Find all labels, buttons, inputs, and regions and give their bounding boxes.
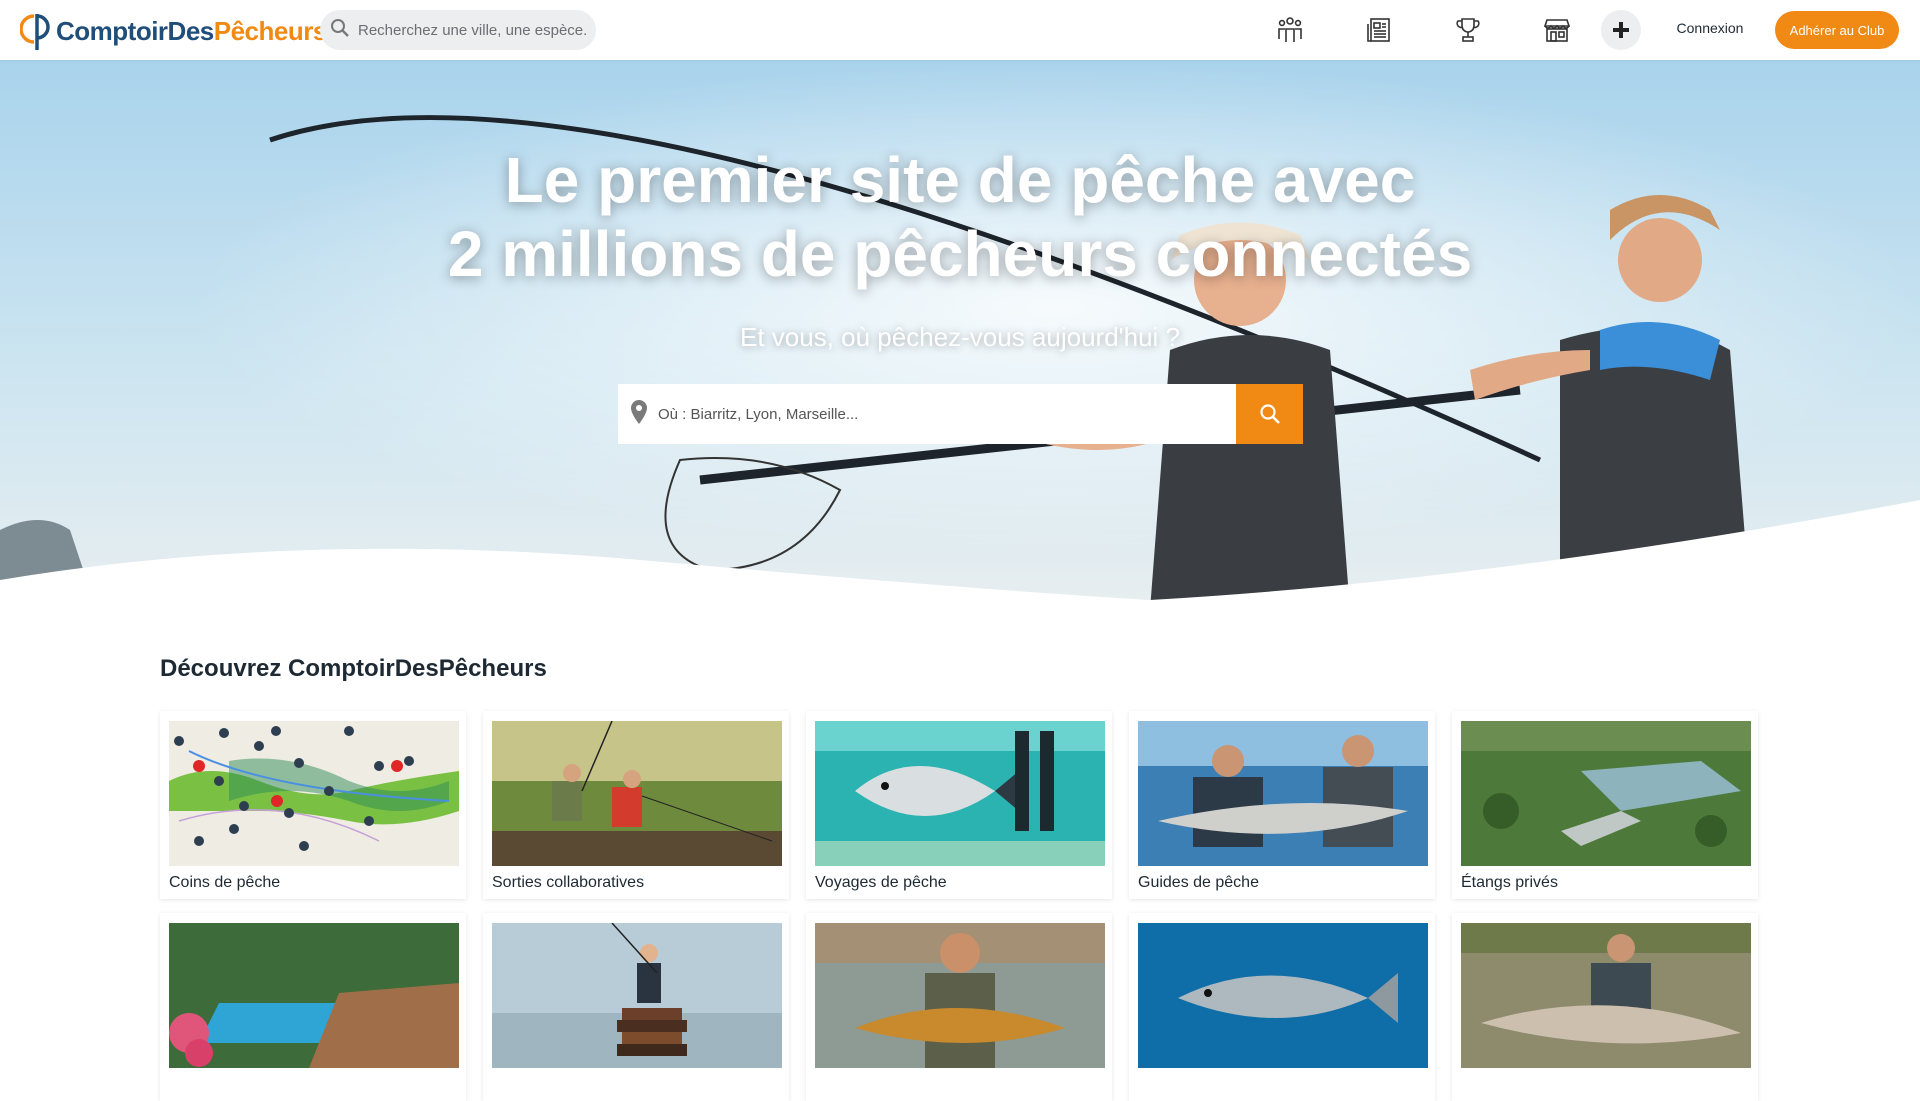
- hero-title: Le premier site de pêche avec 2 millions…: [360, 143, 1560, 291]
- location-search-input[interactable]: [658, 405, 1198, 423]
- location-search[interactable]: [618, 384, 1236, 444]
- site-logo[interactable]: ComptoirDesPêcheurs: [19, 10, 327, 52]
- card-trout[interactable]: [806, 913, 1112, 1101]
- card-image-pool: [169, 923, 459, 1068]
- card-image-map: [169, 721, 459, 866]
- card-accommodation[interactable]: [160, 913, 466, 1101]
- card-fish-species[interactable]: [1129, 913, 1435, 1101]
- logo-text: ComptoirDesPêcheurs: [56, 15, 327, 46]
- card-label: Voyages de pêche: [815, 874, 947, 891]
- site-search-input[interactable]: [358, 21, 588, 39]
- news-icon[interactable]: [1361, 12, 1397, 48]
- card-image-trout: [815, 923, 1105, 1068]
- card-image-guides: [1138, 721, 1428, 866]
- card-label: Sorties collaboratives: [492, 874, 645, 891]
- card-image-underwater-fish: [815, 721, 1105, 866]
- hero-subtitle: Et vous, où pêchez-vous aujourd'hui ?: [739, 322, 1181, 352]
- discover-title: Découvrez ComptoirDesPêcheurs: [160, 655, 547, 682]
- card-label: Coins de pêche: [169, 874, 281, 891]
- card-videos[interactable]: [1452, 913, 1758, 1101]
- search-icon: [1259, 404, 1280, 424]
- card-label: Étangs privés: [1461, 874, 1558, 891]
- card-label: Guides de pêche: [1138, 874, 1259, 891]
- plus-icon: [1613, 22, 1629, 38]
- discover-grid: Coins de pêche Sorties collaboratives Vo…: [160, 711, 1760, 1101]
- location-pin-icon: [630, 399, 648, 430]
- hero-banner: Le premier site de pêche avec 2 millions…: [0, 60, 1920, 610]
- card-fishing-guides[interactable]: Guides de pêche: [1129, 711, 1435, 899]
- community-icon[interactable]: [1272, 12, 1308, 48]
- card-magazine[interactable]: [483, 913, 789, 1101]
- card-image-sturgeon: [1461, 923, 1751, 1068]
- site-search[interactable]: [320, 10, 596, 50]
- card-fishing-trips[interactable]: Voyages de pêche: [806, 711, 1112, 899]
- login-link[interactable]: Connexion: [1660, 20, 1760, 36]
- join-club-button[interactable]: Adhérer au Club: [1775, 11, 1899, 49]
- card-collaborative-outings[interactable]: Sorties collaboratives: [483, 711, 789, 899]
- add-button[interactable]: [1601, 10, 1641, 50]
- card-fishing-spots[interactable]: Coins de pêche: [160, 711, 466, 899]
- card-image-seabass: [1138, 923, 1428, 1068]
- logo-mark-icon: [19, 10, 54, 52]
- card-image-ponds: [1461, 721, 1751, 866]
- top-header: ComptoirDesPêcheurs Connexi: [0, 0, 1920, 60]
- hero-title-line-2: 2 millions de pêcheurs connectés: [447, 218, 1473, 290]
- location-search-button[interactable]: [1236, 384, 1303, 444]
- shop-icon[interactable]: [1539, 12, 1575, 48]
- card-private-ponds[interactable]: Étangs privés: [1452, 711, 1758, 899]
- search-icon: [330, 18, 350, 43]
- card-image-anglers: [492, 721, 782, 866]
- trophy-icon[interactable]: [1450, 12, 1486, 48]
- hero-title-line-1: Le premier site de pêche avec: [504, 144, 1416, 216]
- card-image-books: [492, 923, 782, 1068]
